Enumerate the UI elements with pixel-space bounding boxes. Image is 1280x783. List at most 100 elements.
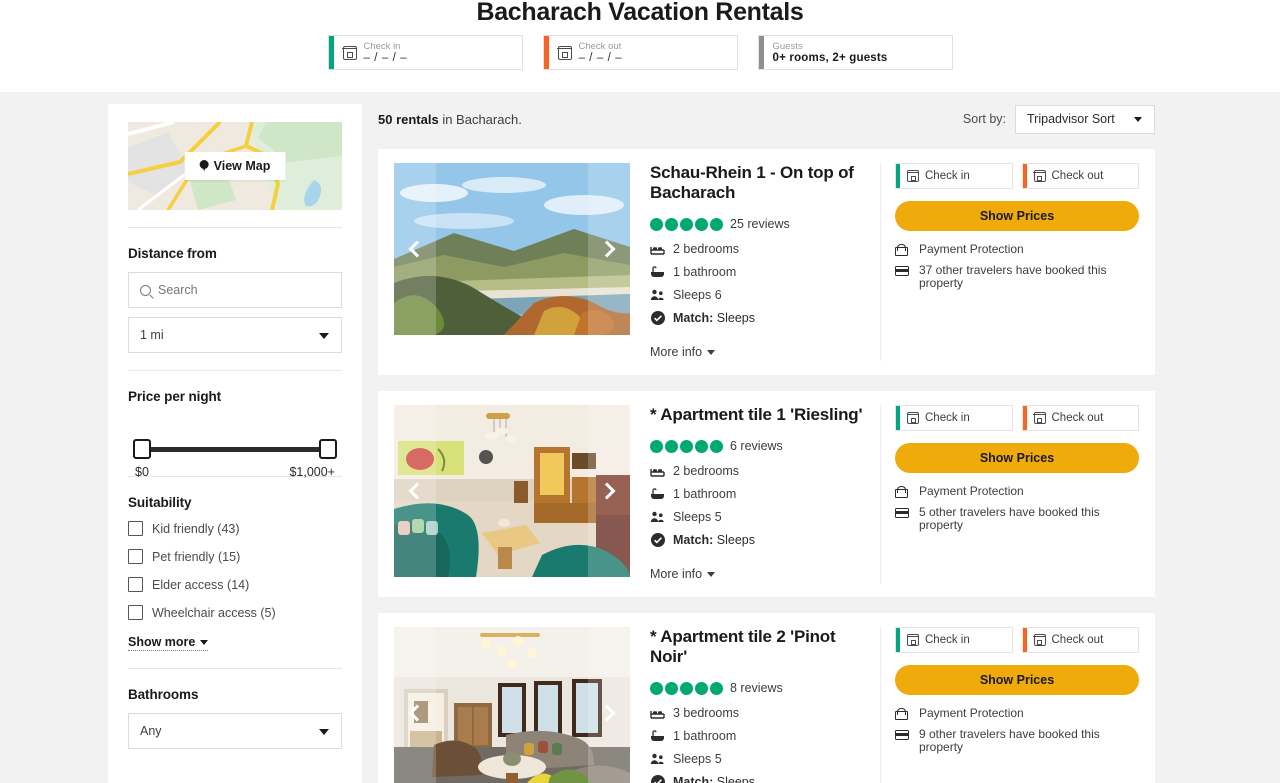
- distance-filter: Distance from Search 1 mi: [128, 228, 342, 353]
- show-prices-button[interactable]: Show Prices: [895, 443, 1139, 473]
- match-value: Sleeps: [713, 775, 755, 783]
- listing-match: Match: Sleeps: [650, 775, 864, 783]
- calendar-icon: [342, 45, 357, 60]
- map-thumbnail[interactable]: View Map: [128, 122, 342, 210]
- calendar-icon: [906, 412, 920, 424]
- booked-count-text: 5 other travelers have booked this prope…: [919, 505, 1100, 532]
- check-circle-icon: [650, 311, 665, 325]
- booked-count-text: 9 other travelers have booked this prope…: [919, 727, 1100, 754]
- suitability-filter: Suitability Kid friendly (43) Pet friend…: [128, 477, 342, 651]
- guests-value: 0+ rooms, 2+ guests: [772, 51, 888, 64]
- listing-title[interactable]: Schau-Rhein 1 - On top of Bacharach: [650, 163, 864, 203]
- page-title: Bacharach Vacation Rentals: [476, 0, 804, 26]
- credit-card-icon: [895, 506, 910, 520]
- listing-checkin-field[interactable]: Check in: [895, 405, 1013, 431]
- price-filter-title: Price per night: [128, 389, 222, 404]
- rating-bubble: [680, 439, 693, 453]
- photo-prev-button[interactable]: [394, 405, 436, 577]
- more-info-button[interactable]: More info: [650, 567, 716, 581]
- chevron-right-icon: [598, 240, 616, 258]
- price-slider[interactable]: $0 $1,000+: [128, 415, 342, 479]
- suitability-option-kid-friendly[interactable]: Kid friendly (43): [128, 521, 342, 536]
- listing-photo[interactable]: [394, 627, 630, 783]
- rating-bubble: [695, 217, 708, 231]
- bathrooms-select[interactable]: Any: [128, 713, 342, 749]
- suitability-option-label: Kid friendly (43): [152, 521, 240, 536]
- match-label: Match:: [673, 533, 714, 547]
- rating-bubble: [680, 217, 693, 231]
- listing-title[interactable]: * Apartment tile 1 'Riesling': [650, 405, 864, 425]
- rating-bubbles: [650, 217, 723, 231]
- listing-photo[interactable]: [394, 163, 630, 335]
- photo-prev-button[interactable]: [394, 163, 436, 335]
- show-more-button[interactable]: Show more: [128, 635, 209, 651]
- rating-bubble: [650, 439, 663, 453]
- review-count[interactable]: 8 reviews: [730, 681, 783, 695]
- listing-title[interactable]: * Apartment tile 2 'Pinot Noir': [650, 627, 864, 667]
- more-info-button[interactable]: More info: [650, 345, 716, 359]
- listing-card[interactable]: * Apartment tile 2 'Pinot Noir' 8 review…: [378, 613, 1155, 783]
- photo-next-button[interactable]: [588, 163, 630, 335]
- show-prices-button[interactable]: Show Prices: [895, 665, 1139, 695]
- distance-filter-title: Distance from: [128, 246, 217, 261]
- sort-by-label: Sort by:: [962, 112, 1006, 126]
- distance-search-input[interactable]: Search: [128, 272, 342, 308]
- more-info-label: More info: [650, 567, 703, 581]
- price-slider-track[interactable]: [133, 439, 337, 459]
- listing-bathrooms: 1 bathroom: [650, 487, 864, 501]
- review-count[interactable]: 6 reviews: [730, 439, 783, 453]
- listing-checkin-field[interactable]: Check in: [895, 627, 1013, 653]
- price-min-label: $0: [135, 465, 149, 479]
- listing-checkout-field[interactable]: Check out: [1021, 405, 1139, 431]
- guests-field[interactable]: Guests 0+ rooms, 2+ guests: [757, 35, 953, 70]
- search-bar: Check in – / – / – Check out – / – / – G…: [0, 35, 1280, 70]
- sort-control: Sort by: Tripadvisor Sort: [962, 104, 1155, 134]
- listing-booking: Check in Check out Show Prices Payment P…: [881, 163, 1139, 361]
- match-value: Sleeps: [713, 311, 755, 325]
- listing-checkout-field[interactable]: Check out: [1021, 163, 1139, 189]
- checkbox[interactable]: [128, 549, 143, 564]
- suitability-option-pet-friendly[interactable]: Pet friendly (15): [128, 549, 342, 564]
- listing-card[interactable]: Schau-Rhein 1 - On top of Bacharach 25 r…: [378, 149, 1155, 375]
- suitability-filter-title: Suitability: [128, 495, 192, 510]
- listing-checkin-field[interactable]: Check in: [895, 163, 1013, 189]
- results-count-location: in Bacharach.: [438, 111, 522, 127]
- photo-next-button[interactable]: [588, 405, 630, 577]
- checkout-field[interactable]: Check out – / – / –: [542, 35, 738, 70]
- listing-photo[interactable]: [394, 405, 630, 577]
- checkbox[interactable]: [128, 605, 143, 620]
- bedrooms-text: 3 bedrooms: [673, 706, 740, 720]
- show-prices-button[interactable]: Show Prices: [895, 201, 1139, 231]
- chevron-left-icon: [408, 704, 426, 722]
- suitability-option-elder-access[interactable]: Elder access (14): [128, 577, 342, 592]
- bathrooms-filter: Bathrooms Any: [128, 669, 342, 749]
- photo-prev-button[interactable]: [394, 627, 436, 783]
- rating-bubble: [695, 681, 708, 695]
- listing-bedrooms: 2 bedrooms: [650, 242, 864, 256]
- chevron-down-icon: [707, 571, 716, 577]
- photo-next-button[interactable]: [588, 627, 630, 783]
- calendar-icon: [906, 170, 920, 182]
- bedrooms-text: 2 bedrooms: [673, 242, 740, 256]
- checkin-field[interactable]: Check in – / – / –: [327, 35, 523, 70]
- distance-radius-select[interactable]: 1 mi: [128, 317, 342, 353]
- suitability-option-wheelchair-access[interactable]: Wheelchair access (5): [128, 605, 342, 620]
- listing-checkin-label: Check in: [925, 412, 970, 424]
- checkbox[interactable]: [128, 521, 143, 536]
- listing-card[interactable]: * Apartment tile 1 'Riesling' 6 reviews: [378, 391, 1155, 597]
- price-filter: Price per night $0 $1,000+: [128, 371, 342, 479]
- chevron-down-icon: [707, 349, 716, 355]
- view-map-label: View Map: [213, 159, 271, 173]
- lock-icon: [895, 243, 910, 257]
- price-slider-min-handle[interactable]: [133, 439, 151, 459]
- view-map-button[interactable]: View Map: [184, 152, 286, 180]
- checkbox[interactable]: [128, 577, 143, 592]
- listing-checkout-field[interactable]: Check out: [1021, 627, 1139, 653]
- sort-select[interactable]: Tripadvisor Sort: [1015, 104, 1155, 134]
- review-count[interactable]: 25 reviews: [730, 217, 790, 231]
- check-circle-icon: [650, 775, 665, 783]
- rating-bubble: [665, 217, 678, 231]
- price-slider-max-handle[interactable]: [319, 439, 337, 459]
- sleeps-text: Sleeps 6: [673, 288, 722, 302]
- distance-radius-value: 1 mi: [140, 328, 164, 342]
